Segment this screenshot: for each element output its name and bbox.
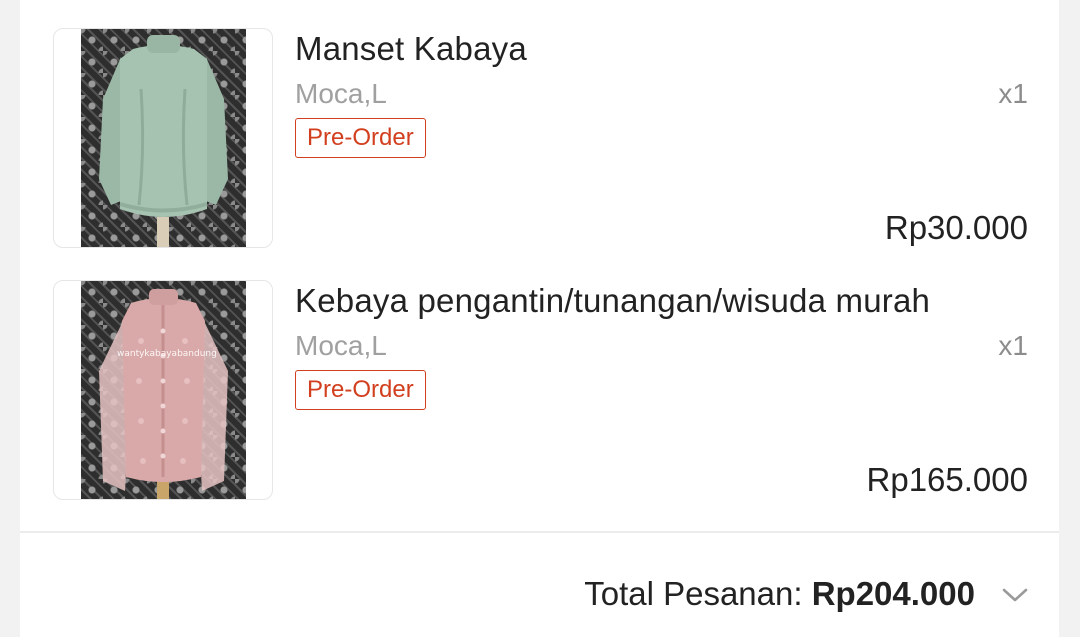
pink-kebaya-image: wantykabayabandung [99, 289, 228, 499]
product-photo [81, 29, 246, 247]
order-item[interactable]: Manset Kabaya Moca,L x1 Pre-Order Rp30.0… [20, 0, 1059, 248]
order-total-label: Total Pesanan: [584, 575, 812, 612]
image-watermark: wantykabayabandung [117, 349, 217, 359]
divider [20, 531, 1059, 533]
product-thumbnail[interactable] [53, 28, 273, 248]
chevron-down-icon[interactable] [998, 580, 1032, 610]
order-total[interactable]: Total Pesanan: Rp204.000 [584, 575, 975, 613]
product-quantity: x1 [998, 330, 1028, 361]
product-photo: wantykabayabandung [81, 281, 246, 499]
product-variant: Moca,L [295, 330, 387, 361]
product-variant: Moca,L [295, 78, 387, 109]
order-item[interactable]: wantykabayabandung Kebaya pengantin/tuna… [20, 252, 1059, 500]
product-name[interactable]: Kebaya pengantin/tunangan/wisuda murah [295, 282, 930, 320]
product-name[interactable]: Manset Kabaya [295, 30, 527, 68]
pre-order-badge: Pre-Order [295, 118, 426, 158]
pre-order-badge: Pre-Order [295, 370, 426, 410]
product-thumbnail[interactable]: wantykabayabandung [53, 280, 273, 500]
product-price: Rp165.000 [866, 461, 1028, 498]
product-quantity: x1 [998, 78, 1028, 109]
product-price: Rp30.000 [884, 209, 1028, 246]
order-total-amount: Rp204.000 [811, 575, 975, 612]
order-card: Manset Kabaya Moca,L x1 Pre-Order Rp30.0… [20, 0, 1059, 637]
green-top-image [99, 35, 228, 247]
